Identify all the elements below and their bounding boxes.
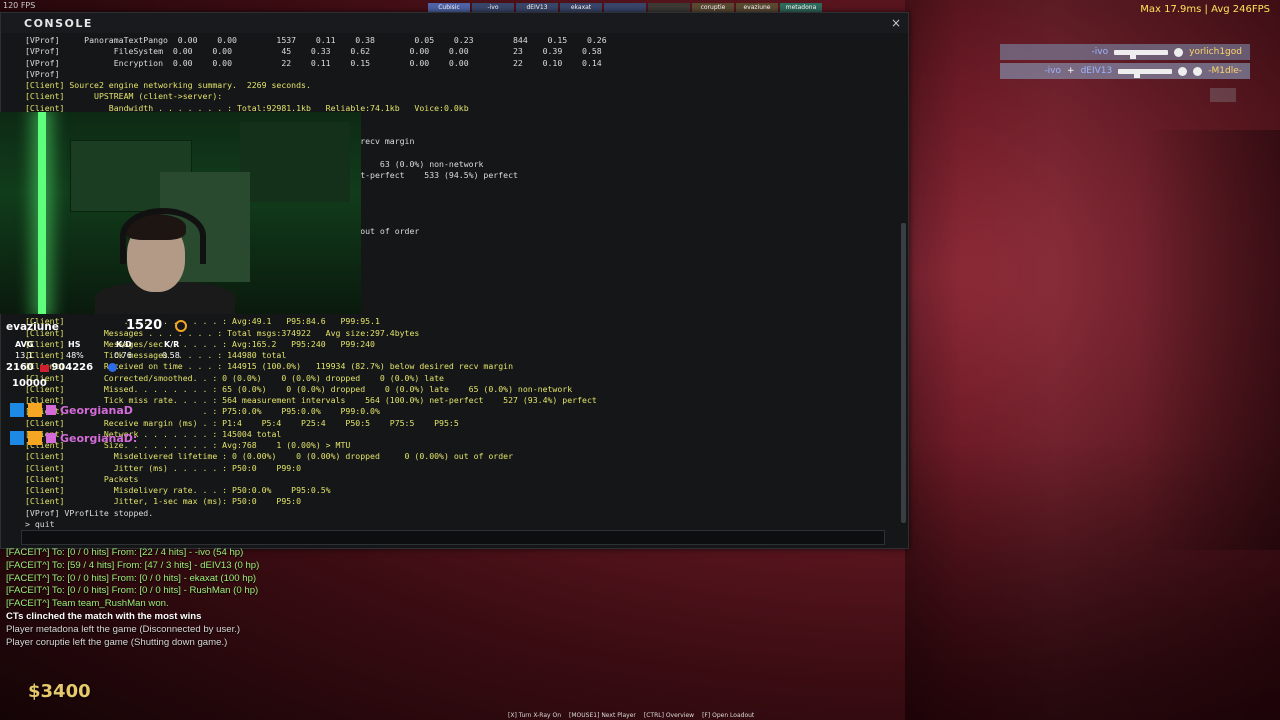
chat-alert: GeorgianaD:: [10, 430, 137, 446]
hint-overview: [CTRL] Overview: [643, 712, 695, 719]
webcam-cabinet: [240, 122, 350, 202]
close-icon[interactable]: ×: [891, 16, 901, 30]
twitch-badge-icon: [10, 403, 24, 417]
player-stats-overlay: evaziune 1520 AVG HS K/D K/R 13.1 48% 0.…: [0, 318, 210, 384]
elo-value: 1520: [126, 318, 163, 333]
console-line: [Client] Size. . . . . . . . . : Avg:768…: [25, 440, 351, 450]
stat-value: 13.1: [15, 351, 33, 360]
headshot-icon: [1193, 66, 1203, 76]
scene-floor: [905, 440, 1280, 720]
sub-badge-icon: [28, 431, 42, 445]
console-line: [Client] Jitter (ms) . . . . . : P50:0 P…: [25, 462, 302, 473]
killfeed-faded-entry: [1210, 88, 1236, 102]
event-line: [FACEIT^] To: [0 / 0 hits] From: [0 / 0 …: [6, 572, 257, 584]
console-line: [Client] Packets: [25, 473, 139, 484]
country-flag-icon: [40, 365, 49, 372]
spectator-hints: [X] Turn X-Ray On [MOUSE1] Next Player […: [508, 712, 754, 719]
console-line: [Client] Source2 engine networking summa…: [25, 80, 311, 90]
gift-icon: [46, 433, 56, 443]
hint-next-player: [MOUSE1] Next Player: [569, 712, 636, 719]
overlay-number: 10000: [12, 378, 47, 389]
killfeed-victim: yorlich1god: [1189, 47, 1242, 57]
event-line: CTs clinched the match with the most win…: [6, 610, 202, 622]
console-line: [Client] Missed. . . . . . . . : 65 (0.0…: [25, 383, 573, 394]
killfeed-attacker: -ivo: [1044, 66, 1062, 76]
killfeed-attacker: -ivo: [1091, 47, 1109, 57]
webcam-overlay: [0, 112, 361, 314]
console-line: [Client] Jitter, 1-sec max (ms): P50:0 P…: [25, 496, 302, 507]
headshot-icon: [1174, 47, 1184, 57]
player-name: evaziune: [6, 321, 59, 333]
console-titlebar[interactable]: CONSOLE ×: [1, 13, 908, 33]
console-input[interactable]: [21, 530, 885, 545]
console-last-command: > quit: [25, 519, 55, 529]
killfeed-assist: dEIV13: [1080, 66, 1113, 76]
event-line: Player metadona left the game (Disconnec…: [6, 623, 241, 635]
console-title: CONSOLE: [24, 17, 93, 30]
elo-total-left: 2160: [6, 362, 34, 373]
event-line: [FACEIT^] Team team_RushMan won.: [6, 598, 169, 610]
stat-header: K/R: [164, 340, 180, 349]
gift-icon: [46, 405, 56, 415]
chat-user-name: GeorgianaD: [60, 403, 133, 417]
killfeed-victim: -M1dle-: [1208, 66, 1242, 76]
faceit-level-icon: [175, 320, 187, 332]
hint-loadout: [F] Open Loadout: [702, 712, 755, 719]
twitch-badge-icon: [10, 431, 24, 445]
stat-header: HS: [68, 340, 81, 349]
sub-badge-icon: [28, 403, 42, 417]
rank-badge-icon: [108, 363, 117, 372]
console-line: [VProf] Encryption 0.00 0.00 22 0.11 0.1…: [25, 57, 602, 68]
assist-plus-icon: +: [1067, 66, 1075, 76]
console-line: [Client] UPSTREAM (client->server):: [25, 91, 223, 102]
stat-value: 48%: [66, 351, 84, 360]
fps-counter: 120 FPS: [3, 1, 36, 10]
chat-user-name: GeorgianaD:: [60, 431, 138, 445]
console-line: [Client] . : P75:0.0% P95:0.0% P99:0.0%: [25, 406, 380, 417]
stat-header: K/D: [116, 340, 132, 349]
console-line: [VProf] VProfLite stopped.: [25, 507, 154, 518]
console-line: [Client] Network . . . . . . . : 145004 …: [25, 428, 282, 439]
killfeed-entry: -ivo yorlich1god: [1000, 44, 1250, 60]
console-line: [Client] Receive margin (ms) . : P1:4 P5…: [25, 417, 459, 428]
event-line: [FACEIT^] To: [59 / 4 hits] From: [47 / …: [6, 559, 260, 571]
hint-xray: [X] Turn X-Ray On: [508, 712, 562, 719]
killfeed: -ivo yorlich1god -ivo + dEIV13 -M1dle-: [1000, 44, 1250, 82]
rifle-icon: [1114, 49, 1169, 59]
headset-icon: [120, 208, 206, 264]
event-line: [FACEIT^] To: [0 / 0 hits] From: [22 / 4…: [6, 547, 244, 558]
event-line: [FACEIT^] To: [0 / 0 hits] From: [0 / 0 …: [6, 585, 259, 597]
console-line: [Client] Tick miss rate. . . . : 564 mea…: [25, 395, 597, 405]
killfeed-entry: -ivo + dEIV13 -M1dle-: [1000, 63, 1250, 79]
rifle-icon: [1118, 68, 1173, 78]
event-line: Player coruptie left the game (Shutting …: [6, 636, 228, 648]
console-line: [Client] Misdelivery rate. . . : P50:0.0…: [25, 485, 331, 495]
console-line: [Client] Misdelivered lifetime : 0 (0.00…: [25, 451, 513, 462]
console-line: [VProf] FileSystem 0.00 0.00 45 0.33 0.6…: [25, 46, 602, 57]
performance-readout: Max 17.9ms | Avg 246FPS: [1140, 4, 1270, 15]
stat-value: 0.76: [114, 351, 132, 360]
console-line: [VProf] PanoramaTextPango 0.00 0.00 1537…: [25, 35, 607, 45]
elo-total-right: 904226: [51, 362, 94, 373]
stat-value: 0.58: [162, 351, 180, 360]
game-event-feed: [FACEIT^] To: [0 / 0 hits] From: [22 / 4…: [6, 547, 526, 649]
stat-header: AVG: [15, 340, 34, 349]
money-display: $3400: [28, 681, 91, 702]
wallbang-icon: [1178, 66, 1188, 76]
webcam-led-strip: [38, 112, 46, 314]
elo-total: 2160 904226: [6, 362, 93, 373]
console-line: [VProf]: [25, 68, 60, 79]
console-scrollbar[interactable]: [901, 223, 906, 523]
chat-alert: GeorgianaD: [10, 402, 133, 418]
